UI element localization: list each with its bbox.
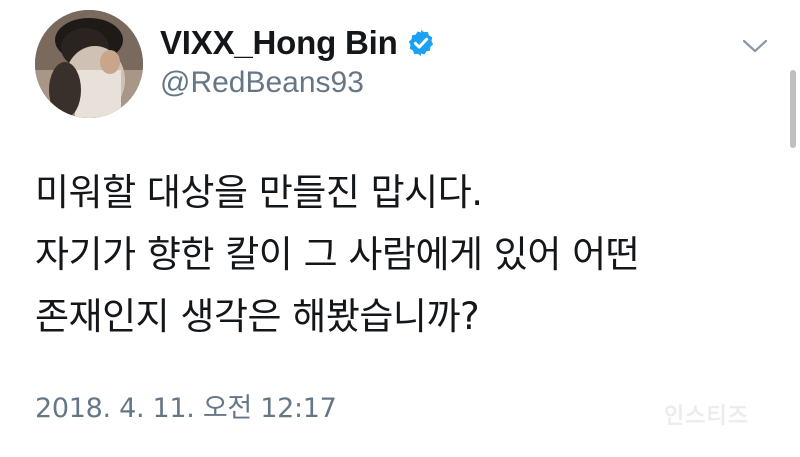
more-options-button[interactable]	[740, 36, 770, 56]
avatar[interactable]	[35, 10, 143, 118]
scrollbar[interactable]	[790, 70, 796, 148]
verified-badge-icon	[408, 29, 433, 57]
tweet-text-line: 미워할 대상을 만들진 맙시다.	[35, 171, 483, 214]
display-name[interactable]: VIXX_Hong Bin	[160, 24, 398, 62]
profile-photo-image	[35, 10, 143, 118]
tweet-card: VIXX_Hong Bin @RedBeans93 미워할 대상을 만들진 맙시…	[0, 0, 800, 457]
tweet-text-line: 자기가 향한 칼이 그 사람에게 있어 어떤	[35, 233, 640, 276]
tweet-text-line: 존재인지 생각은 해봤습니까?	[35, 295, 480, 338]
tweet-text: 미워할 대상을 만들진 맙시다. 자기가 향한 칼이 그 사람에게 있어 어떤 …	[35, 162, 775, 348]
chevron-down-icon	[742, 39, 768, 53]
username-handle[interactable]: @RedBeans93	[160, 66, 364, 100]
site-watermark: 인스티즈	[664, 404, 749, 429]
tweet-timestamp[interactable]: 2018. 4. 11. 오전 12:17	[35, 386, 337, 425]
author-name-row: VIXX_Hong Bin	[160, 24, 436, 62]
